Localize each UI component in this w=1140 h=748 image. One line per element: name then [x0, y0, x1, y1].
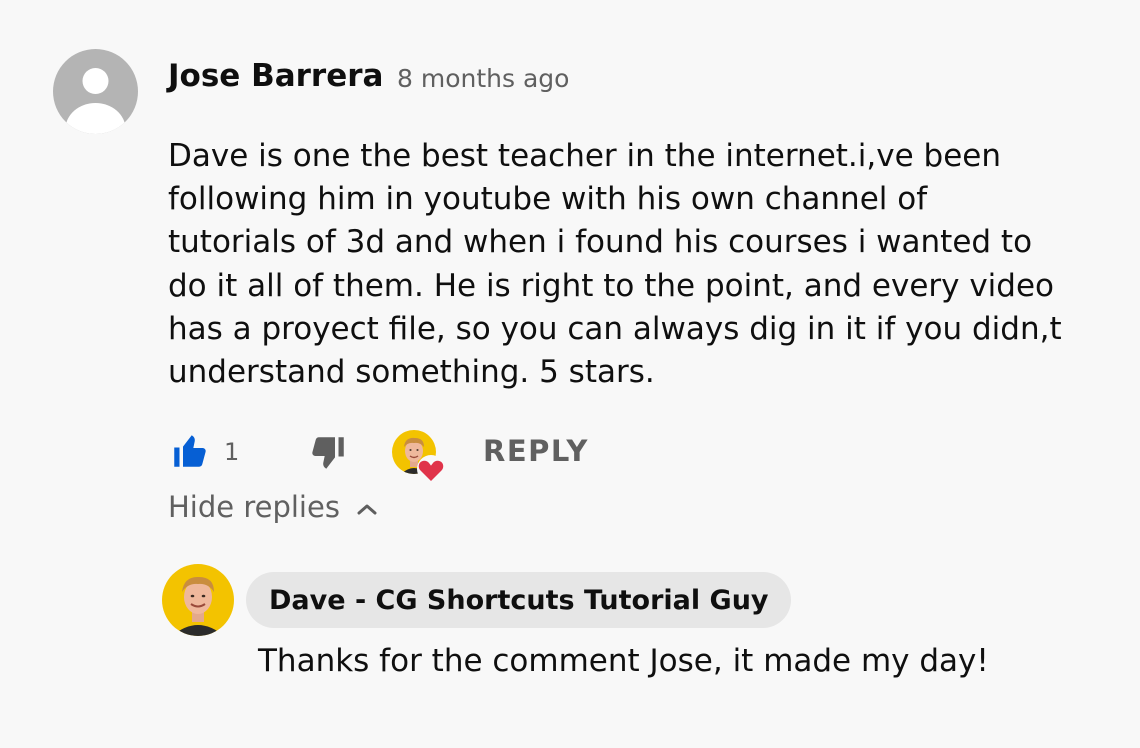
comment-text-line: tutorials of 3d and when i found his cou… — [168, 224, 1033, 261]
creator-heart[interactable] — [391, 429, 447, 485]
comment-text-line: understand something. 5 stars. — [168, 354, 655, 391]
chevron-up-icon — [357, 504, 377, 515]
thumbs-up-icon — [174, 435, 206, 467]
creator-heart-icon — [392, 430, 445, 483]
reply-button[interactable]: REPLY — [483, 434, 589, 468]
comment-text-line: following him in youtube with his own ch… — [168, 181, 928, 218]
hide-replies-label: Hide replies — [168, 490, 340, 524]
dislike-button[interactable] — [306, 432, 350, 474]
like-button[interactable] — [168, 430, 212, 472]
comment-text-line: Dave is one the best teacher in the inte… — [168, 138, 1001, 174]
comment-timestamp[interactable]: 8 months ago — [397, 64, 569, 93]
reply-text: Thanks for the comment Jose, it made my … — [258, 643, 989, 679]
comment-thread: Jose Barrera 8 months ago Dave is one th… — [0, 0, 1140, 748]
comment-text-line: do it all of them. He is right to the po… — [168, 267, 1055, 304]
like-count: 1 — [224, 438, 240, 466]
default-user-avatar-icon — [53, 49, 138, 134]
comment-author[interactable]: Jose Barrera — [168, 58, 383, 94]
comment-text: Dave is one the best teacher in the inte… — [168, 135, 1068, 394]
hide-replies-toggle[interactable]: Hide replies — [168, 490, 378, 524]
creator-avatar-icon — [162, 564, 234, 636]
reply-author-avatar[interactable] — [162, 564, 234, 636]
comment-text-line: has a proyect file, so you can always di… — [168, 310, 1062, 347]
reply-author-name: Dave - CG Shortcuts Tutorial Guy — [269, 584, 769, 616]
thumbs-down-icon — [312, 437, 344, 469]
reply-author-badge[interactable]: Dave - CG Shortcuts Tutorial Guy — [246, 572, 791, 628]
commenter-avatar[interactable] — [53, 49, 138, 134]
